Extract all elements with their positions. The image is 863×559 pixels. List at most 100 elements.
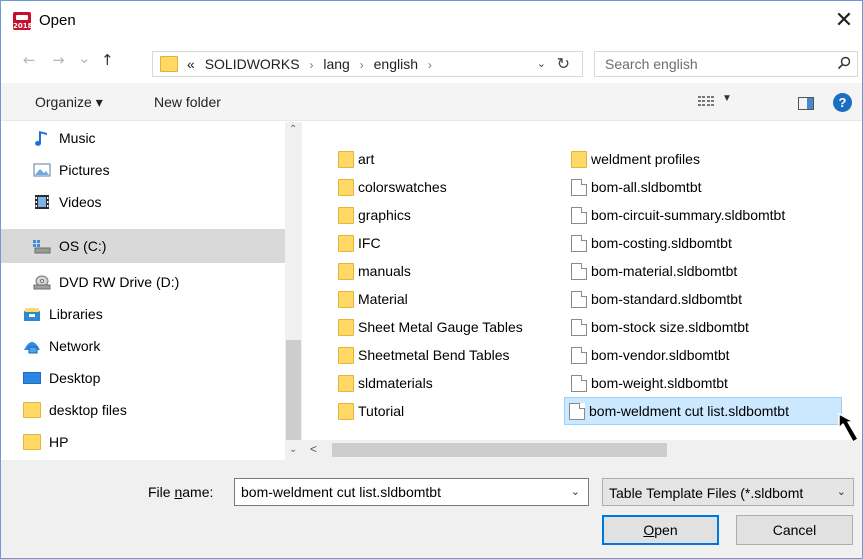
dvd-drive-icon	[33, 275, 51, 290]
folder-icon	[23, 402, 41, 418]
cancel-button[interactable]: Cancel	[736, 515, 853, 545]
list-item[interactable]: Tutorial	[334, 398, 554, 424]
scroll-left-icon[interactable]: <	[310, 442, 317, 456]
file-name: bom-vendor.sldbomtbt	[591, 347, 730, 363]
drive-icon	[33, 240, 51, 254]
list-item[interactable]: bom-stock size.sldbomtbt	[567, 314, 842, 340]
list-item[interactable]: manuals	[334, 258, 554, 284]
file-name: bom-stock size.sldbomtbt	[591, 319, 749, 335]
command-toolbar: Organize ▾ New folder ▼ ?	[1, 83, 862, 121]
close-button[interactable]: ✕	[830, 7, 858, 35]
nav-item-libraries[interactable]: Libraries	[1, 298, 285, 330]
list-item[interactable]: bom-vendor.sldbomtbt	[567, 342, 842, 368]
chevron-down-icon[interactable]: ⌄	[571, 485, 580, 498]
breadcrumb-solidworks[interactable]: SOLIDWORKS	[205, 56, 300, 72]
breadcrumb-lang[interactable]: lang	[323, 56, 349, 72]
folder-icon	[338, 375, 354, 392]
address-bar[interactable]: « SOLIDWORKS › lang › english › ⌄ ↻	[152, 51, 583, 77]
preview-pane-icon[interactable]	[798, 97, 814, 110]
breadcrumb-overflow[interactable]: «	[187, 56, 195, 72]
list-item[interactable]: sldmaterials	[334, 370, 554, 396]
file-name: bom-material.sldbomtbt	[591, 263, 738, 279]
file-type-value: Table Template Files (*.sldbomt	[609, 485, 804, 501]
list-item[interactable]: Sheet Metal Gauge Tables	[334, 314, 554, 340]
search-icon[interactable]	[837, 56, 851, 70]
address-dropdown-icon[interactable]: ⌄	[537, 57, 546, 70]
list-item[interactable]: weldment profiles	[567, 146, 842, 172]
list-item[interactable]: graphics	[334, 202, 554, 228]
open-dialog: Open ✕ ← → ⌄ ↑ « SOLIDWORKS › lang › eng…	[0, 0, 863, 559]
list-item[interactable]: IFC	[334, 230, 554, 256]
scroll-down-icon[interactable]: ⌄	[289, 444, 297, 455]
refresh-icon[interactable]: ↻	[557, 54, 570, 73]
help-icon[interactable]: ?	[833, 93, 852, 112]
forward-button[interactable]: →	[52, 51, 65, 69]
file-name: Sheetmetal Bend Tables	[358, 347, 510, 363]
nav-item-music[interactable]: Music	[1, 122, 285, 154]
document-icon	[571, 347, 587, 364]
list-item[interactable]: bom-weight.sldbomtbt	[567, 370, 842, 396]
list-item[interactable]: colorswatches	[334, 174, 554, 200]
nav-item-pictures[interactable]: Pictures	[1, 154, 285, 186]
recent-locations-button[interactable]: ⌄	[78, 49, 91, 67]
title-bar: Open ✕	[1, 1, 862, 41]
nav-item-label: Network	[49, 338, 101, 354]
list-item-selected[interactable]: bom-weldment cut list.sldbomtbt	[564, 397, 842, 425]
breadcrumb-english[interactable]: english	[374, 56, 418, 72]
list-item[interactable]: bom-costing.sldbomtbt	[567, 230, 842, 256]
view-dropdown-icon[interactable]: ▼	[722, 93, 732, 104]
list-item[interactable]: bom-all.sldbomtbt	[567, 174, 842, 200]
nav-item-label: Libraries	[49, 306, 103, 322]
nav-item-hp[interactable]: HP	[1, 426, 285, 458]
details-view-icon	[698, 96, 714, 106]
list-item[interactable]: Material	[334, 286, 554, 312]
folder-icon	[571, 151, 587, 168]
breadcrumb-separator[interactable]: ›	[360, 58, 364, 72]
back-button[interactable]: ←	[23, 51, 36, 69]
file-list: art colorswatches graphics IFC manuals M…	[302, 122, 862, 440]
nav-item-videos[interactable]: Videos	[1, 186, 285, 218]
open-button[interactable]: Open	[602, 515, 719, 545]
document-icon	[571, 263, 587, 280]
nav-item-network[interactable]: Network	[1, 330, 285, 362]
nav-item-os-c[interactable]: OS (C:)	[1, 229, 285, 263]
new-folder-button[interactable]: New folder	[154, 94, 221, 110]
nav-item-label: Pictures	[59, 162, 110, 178]
file-list-scrollbar[interactable]: <	[302, 440, 862, 460]
folder-icon	[338, 207, 354, 224]
list-item[interactable]: art	[334, 146, 554, 172]
change-view-button[interactable]: ▼	[698, 93, 738, 113]
document-icon	[569, 403, 585, 420]
nav-item-desktop[interactable]: Desktop	[1, 362, 285, 394]
nav-item-label: OS (C:)	[59, 238, 107, 254]
nav-item-label: HP	[49, 434, 69, 450]
list-item[interactable]: bom-standard.sldbomtbt	[567, 286, 842, 312]
list-item[interactable]: bom-circuit-summary.sldbomtbt	[567, 202, 842, 228]
chevron-down-icon: ⌄	[836, 486, 846, 498]
file-name: Tutorial	[358, 403, 405, 419]
search-input[interactable]	[595, 52, 825, 76]
file-type-select[interactable]: Table Template Files (*.sldbomt ⌄	[602, 478, 854, 506]
desktop-icon	[23, 372, 41, 384]
scroll-up-icon[interactable]: ⌃	[289, 124, 297, 135]
window-title: Open	[39, 12, 76, 29]
folder-icon	[160, 56, 178, 72]
list-item[interactable]: Sheetmetal Bend Tables	[334, 342, 554, 368]
scrollbar-thumb[interactable]	[286, 340, 301, 440]
file-name: art	[358, 151, 375, 167]
navigation-pane: Music Pictures Videos OS (C:) DVD RW Dri…	[1, 122, 302, 460]
breadcrumb-separator[interactable]: ›	[309, 58, 313, 72]
breadcrumb-separator[interactable]: ›	[428, 58, 432, 72]
nav-item-label: Music	[59, 130, 96, 146]
file-name-input[interactable]	[235, 479, 555, 505]
nav-pane-scrollbar[interactable]: ⌃ ⌄	[285, 122, 302, 460]
organize-button[interactable]: Organize ▾	[35, 94, 103, 111]
list-item[interactable]: bom-material.sldbomtbt	[567, 258, 842, 284]
nav-item-dvd-drive[interactable]: DVD RW Drive (D:)	[1, 266, 285, 298]
nav-item-desktop-files[interactable]: desktop files	[1, 394, 285, 426]
up-button[interactable]: ↑	[101, 51, 114, 69]
scrollbar-thumb[interactable]	[332, 443, 667, 457]
folder-icon	[338, 347, 354, 364]
file-name: Material	[358, 291, 408, 307]
folder-icon	[23, 434, 41, 450]
